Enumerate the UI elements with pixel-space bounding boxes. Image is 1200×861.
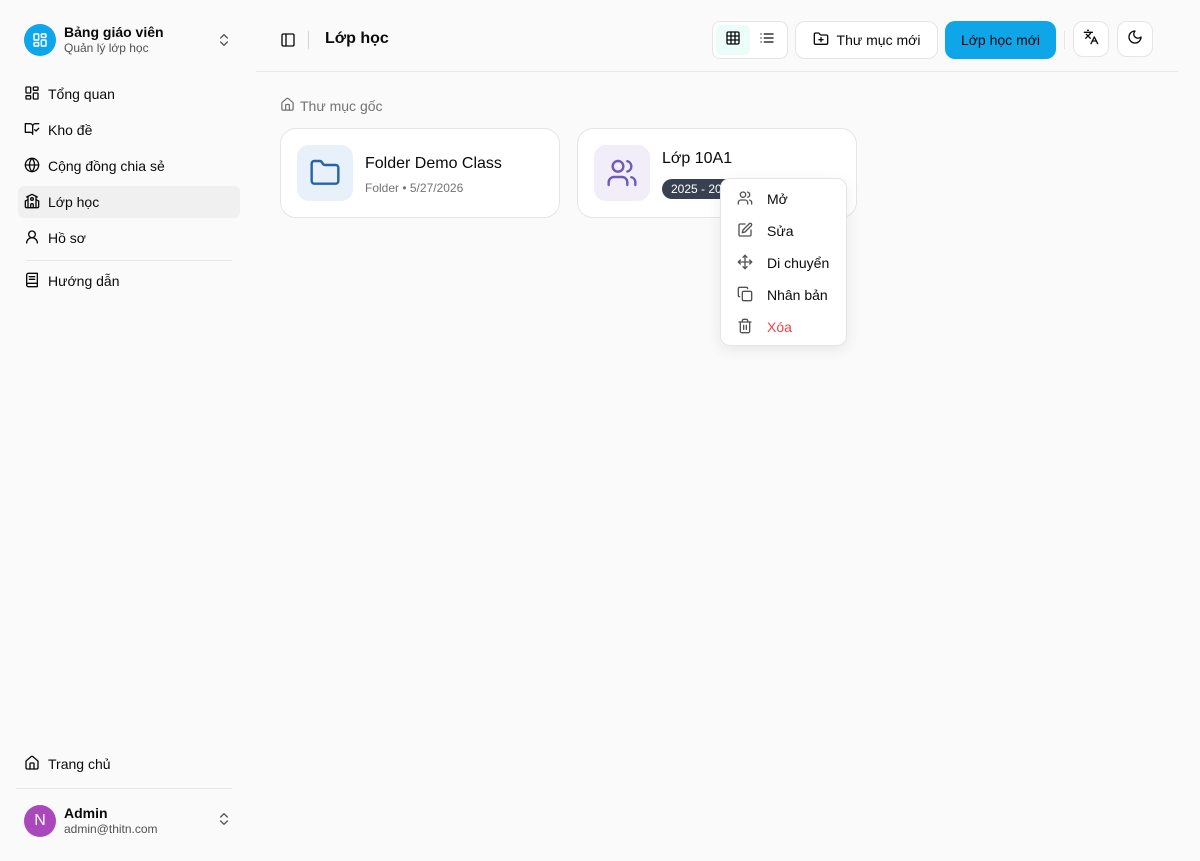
page-title: Lớp học [325, 30, 389, 47]
brand-switcher[interactable]: Bảng giáo viên Quản lý lớp học [16, 16, 240, 64]
sidebar-item-label: Cộng đồng chia sẻ [48, 158, 165, 174]
menu-item-open[interactable]: Mở [725, 183, 842, 215]
sidebar-item-guide[interactable]: Hướng dẫn [18, 265, 240, 297]
menu-item-label: Mở [767, 191, 788, 207]
book-icon [24, 272, 40, 291]
folder-icon [297, 145, 353, 201]
list-view-button[interactable] [750, 25, 784, 55]
edit-icon [737, 222, 753, 241]
menu-item-duplicate[interactable]: Nhân bản [725, 279, 842, 311]
home-icon [24, 755, 40, 774]
view-toggle [712, 21, 788, 59]
folder-plus-icon [813, 31, 829, 50]
dashboard-logo-icon [24, 24, 56, 56]
sidebar-item-label: Tổng quan [48, 86, 115, 102]
globe-icon [24, 157, 40, 176]
user-name: Admin [64, 804, 108, 821]
book-open-icon [24, 121, 40, 140]
sidebar-item-label: Trang chủ [48, 756, 111, 772]
sidebar-item-classes[interactable]: Lớp học [18, 186, 240, 218]
sidebar-nav: Tổng quan Kho đề Cộng đồng chia sẻ Lớp h… [18, 78, 240, 301]
users-icon [594, 145, 650, 201]
brand-subtitle: Quản lý lớp học [64, 41, 149, 56]
menu-item-delete[interactable]: Xóa [725, 311, 842, 343]
new-folder-button[interactable]: Thư mục mới [795, 21, 938, 59]
brand-title: Bảng giáo viên [64, 24, 164, 41]
sidebar-item-profile[interactable]: Hồ sơ [18, 222, 240, 254]
new-folder-label: Thư mục mới [836, 32, 921, 48]
sidebar-item-label: Hồ sơ [48, 230, 86, 246]
sidebar-item-label: Lớp học [48, 194, 100, 210]
sidebar: Bảng giáo viên Quản lý lớp học Tổng quan… [0, 0, 248, 861]
language-button[interactable] [1073, 21, 1109, 57]
folder-card-title: Folder Demo Class [365, 155, 502, 172]
breadcrumb[interactable]: Thư mục gốc [280, 97, 383, 115]
grid-view-button[interactable] [716, 25, 750, 55]
user-icon [24, 229, 40, 248]
list-icon [759, 30, 775, 51]
layout-dashboard-icon [24, 85, 40, 104]
copy-icon [737, 286, 753, 305]
trash-icon [737, 318, 753, 337]
menu-item-move[interactable]: Di chuyển [725, 247, 842, 279]
user-email: admin@thitn.com [64, 822, 158, 837]
main-panel: Lớp học Thư mục mới Lớp học mới Thư mục … [256, 8, 1178, 861]
theme-toggle-button[interactable] [1117, 21, 1153, 57]
menu-item-label: Nhân bản [767, 287, 828, 303]
menu-item-edit[interactable]: Sửa [725, 215, 842, 247]
sidebar-footer-divider [16, 788, 232, 789]
sidebar-home-link: Trang chủ [18, 748, 240, 784]
school-icon [24, 193, 40, 212]
sidebar-item-home[interactable]: Trang chủ [18, 748, 240, 780]
languages-icon [1083, 29, 1099, 50]
sidebar-item-question-bank[interactable]: Kho đề [18, 114, 240, 146]
chevrons-up-down-icon [216, 32, 232, 53]
folder-card[interactable]: Folder Demo Class Folder • 5/27/2026 [280, 128, 560, 218]
panel-left-icon[interactable] [280, 32, 296, 48]
topbar-divider [308, 31, 309, 49]
sidebar-item-label: Hướng dẫn [48, 273, 120, 289]
avatar: N [24, 805, 56, 837]
chevrons-up-down-icon [216, 811, 232, 832]
topbar: Lớp học Thư mục mới Lớp học mới [256, 8, 1178, 72]
class-card-title: Lớp 10A1 [662, 150, 733, 167]
sidebar-item-overview[interactable]: Tổng quan [18, 78, 240, 110]
move-icon [737, 254, 753, 273]
moon-icon [1127, 29, 1143, 50]
sidebar-item-community[interactable]: Cộng đồng chia sẻ [18, 150, 240, 182]
new-class-button[interactable]: Lớp học mới [945, 21, 1056, 59]
sidebar-divider [26, 260, 232, 261]
menu-item-label: Xóa [767, 319, 792, 335]
home-icon [280, 97, 295, 115]
context-menu: Mở Sửa Di chuyển Nhân bản Xóa [720, 178, 847, 346]
users-icon [737, 190, 753, 209]
grid-icon [725, 30, 741, 51]
menu-item-label: Di chuyển [767, 255, 830, 271]
folder-card-meta: Folder • 5/27/2026 [365, 181, 464, 195]
user-menu[interactable]: N Admin admin@thitn.com [16, 797, 240, 845]
menu-item-label: Sửa [767, 223, 794, 239]
breadcrumb-root: Thư mục gốc [300, 98, 383, 114]
topbar-divider [1064, 31, 1065, 49]
sidebar-item-label: Kho đề [48, 122, 93, 138]
